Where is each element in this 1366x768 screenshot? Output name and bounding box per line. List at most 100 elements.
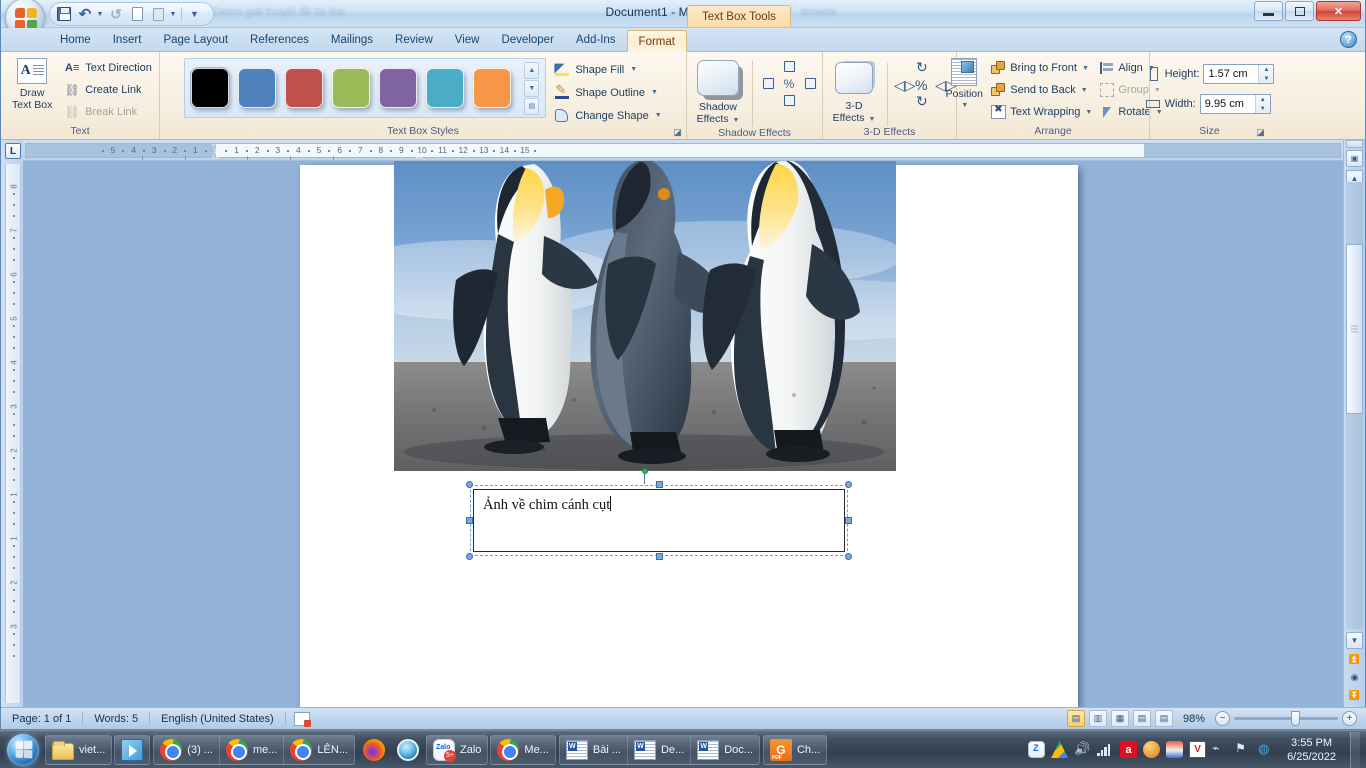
maximize-button[interactable]: [1285, 1, 1314, 21]
tray-avira-icon[interactable]: a: [1120, 741, 1138, 758]
status-page[interactable]: Page: 1 of 1: [1, 710, 82, 728]
tab-stop-mark[interactable]: [333, 156, 335, 160]
width-spinner[interactable]: 9.95 cm ▲ ▼: [1199, 94, 1271, 114]
style-swatch-green[interactable]: [332, 68, 371, 108]
full-screen-reading-view-button[interactable]: ▥: [1088, 710, 1107, 727]
handle-bottom-center[interactable]: [656, 553, 663, 560]
tilt-up-icon[interactable]: ↻: [916, 60, 928, 74]
height-spin-buttons[interactable]: ▲ ▼: [1258, 65, 1274, 83]
vertical-scrollbar[interactable]: ▣ ▲ ▼ ⏫ ◉ ⏬: [1343, 140, 1365, 707]
nudge-shadow-left-icon[interactable]: [759, 75, 777, 92]
tray-blue-icon[interactable]: ◍: [1258, 741, 1275, 758]
taskbar-item-chrome-3[interactable]: LÊN...: [283, 734, 354, 765]
tab-mailings[interactable]: Mailings: [320, 29, 384, 51]
handle-bottom-left[interactable]: [466, 553, 473, 560]
selected-text-box[interactable]: Ảnh về chim cánh cụt: [466, 481, 852, 560]
start-button[interactable]: [2, 732, 44, 768]
style-swatch-red[interactable]: [285, 68, 324, 108]
tab-developer[interactable]: Developer: [490, 29, 564, 51]
zoom-level[interactable]: 98%: [1177, 713, 1211, 725]
image-rotation-handle[interactable]: [642, 468, 648, 474]
tray-flag-icon[interactable]: ⚑: [1235, 741, 1252, 758]
nudge-shadow-right-icon[interactable]: [801, 75, 819, 92]
taskbar-item-chrome-1[interactable]: (3) ...: [154, 735, 219, 765]
minimize-button[interactable]: [1254, 1, 1283, 21]
tray-vcheck-icon[interactable]: V: [1189, 741, 1207, 758]
bring-to-front-button[interactable]: Bring to Front ▼: [988, 58, 1095, 78]
style-swatch-purple[interactable]: [379, 68, 418, 108]
style-swatch-teal[interactable]: [426, 68, 465, 108]
previous-page-icon[interactable]: ⏫: [1347, 652, 1362, 667]
tab-view[interactable]: View: [444, 29, 491, 51]
hanging-indent-marker[interactable]: △: [212, 149, 219, 160]
height-spin-up-icon[interactable]: ▲: [1259, 65, 1273, 74]
style-swatch-black[interactable]: [190, 67, 231, 109]
status-word-count[interactable]: Words: 5: [83, 710, 149, 728]
width-spin-up-icon[interactable]: ▲: [1256, 95, 1270, 104]
height-spin-down-icon[interactable]: ▼: [1259, 74, 1273, 83]
tab-home[interactable]: Home: [49, 29, 102, 51]
split-window-bar[interactable]: [1346, 140, 1363, 148]
next-page-icon[interactable]: ⏬: [1347, 688, 1362, 703]
taskbar-clock[interactable]: 3:55 PM 6/25/2022: [1281, 736, 1344, 764]
send-to-back-button[interactable]: Send to Back ▼: [988, 80, 1095, 100]
change-shape-caret-icon[interactable]: ▼: [655, 112, 662, 119]
position-button[interactable]: Position ▼: [940, 58, 988, 112]
handle-top-right[interactable]: [845, 481, 852, 488]
scrollbar-thumb[interactable]: [1346, 244, 1363, 414]
tab-format[interactable]: Format: [626, 30, 687, 52]
select-browse-object-top-icon[interactable]: ▣: [1346, 150, 1363, 167]
taskbar-item-media[interactable]: [114, 734, 151, 765]
penguin-image[interactable]: [394, 161, 896, 471]
draft-view-button[interactable]: ▤: [1154, 710, 1173, 727]
taskbar-item-pdf[interactable]: Ch...: [762, 734, 828, 765]
text-wrapping-button[interactable]: Text Wrapping ▼: [988, 102, 1095, 122]
tab-stop-mark[interactable]: [185, 156, 187, 160]
shadow-on-off-icon[interactable]: %: [780, 75, 798, 92]
taskbar-item-chrome-2[interactable]: me...: [218, 734, 283, 765]
taskbar-item-word-2[interactable]: De...: [626, 734, 690, 765]
tab-add-ins[interactable]: Add-Ins: [565, 29, 627, 51]
style-swatch-blue[interactable]: [238, 68, 277, 108]
vertical-ruler[interactable]: 87654321123: [5, 164, 21, 703]
tab-stop-selector[interactable]: L: [5, 143, 21, 159]
width-spin-down-icon[interactable]: ▼: [1256, 104, 1270, 113]
draw-text-box-button[interactable]: A Draw Text Box: [4, 56, 60, 111]
proofing-errors-icon[interactable]: [293, 711, 311, 727]
document-page[interactable]: Ảnh về chim cánh cụt: [300, 161, 1078, 707]
tray-orange-icon[interactable]: [1143, 741, 1161, 758]
create-link-button[interactable]: ⛓ Create Link: [60, 80, 156, 99]
shape-outline-button[interactable]: Shape Outline ▼: [554, 82, 661, 102]
scrollbar-track[interactable]: [1346, 182, 1363, 629]
web-layout-view-button[interactable]: ▦: [1110, 710, 1129, 727]
handle-middle-left[interactable]: [466, 517, 473, 524]
tab-references[interactable]: References: [239, 29, 320, 51]
taskbar-item-word-1[interactable]: Bài ...: [560, 735, 627, 765]
zoom-in-button[interactable]: +: [1342, 711, 1357, 726]
outline-view-button[interactable]: ▤: [1132, 710, 1151, 727]
gallery-more-icon[interactable]: ▤: [524, 97, 540, 115]
tray-usb-icon[interactable]: ⌁: [1212, 741, 1229, 758]
text-box-styles-dialog-launcher-icon[interactable]: ◪: [672, 127, 683, 138]
3d-effects-button[interactable]: 3-D Effects ▼: [826, 60, 882, 126]
taskbar-item-word-3[interactable]: Doc...: [690, 734, 759, 765]
help-icon[interactable]: ?: [1340, 31, 1357, 48]
show-desktop-button[interactable]: [1350, 731, 1360, 768]
handle-top-left[interactable]: [466, 481, 473, 488]
text-direction-button[interactable]: A≡ Text Direction: [60, 58, 156, 77]
shape-fill-caret-icon[interactable]: ▼: [630, 66, 637, 73]
tray-network-icon[interactable]: [1097, 743, 1114, 756]
nudge-shadow-down-icon[interactable]: [780, 92, 798, 109]
close-button[interactable]: ✕: [1316, 1, 1361, 21]
change-shape-button[interactable]: Change Shape ▼: [554, 106, 662, 125]
handle-bottom-right[interactable]: [845, 553, 852, 560]
taskbar-item-zalo[interactable]: Zalo: [426, 734, 489, 765]
handle-middle-right[interactable]: [845, 517, 852, 524]
zoom-slider-thumb[interactable]: [1291, 711, 1300, 726]
tab-stop-mark[interactable]: [246, 156, 248, 160]
horizontal-ruler[interactable]: 5 4 3 2 1 1 2 3 4 5 6 7 8 9 10 11 12 13 14 15 ▽ △ △: [25, 142, 1341, 160]
gallery-scroll-up-icon[interactable]: ▲: [524, 61, 540, 79]
zoom-slider[interactable]: [1234, 711, 1338, 726]
tilt-left-icon[interactable]: ◁▷: [894, 78, 916, 92]
tray-utility-icon[interactable]: [1166, 741, 1184, 758]
